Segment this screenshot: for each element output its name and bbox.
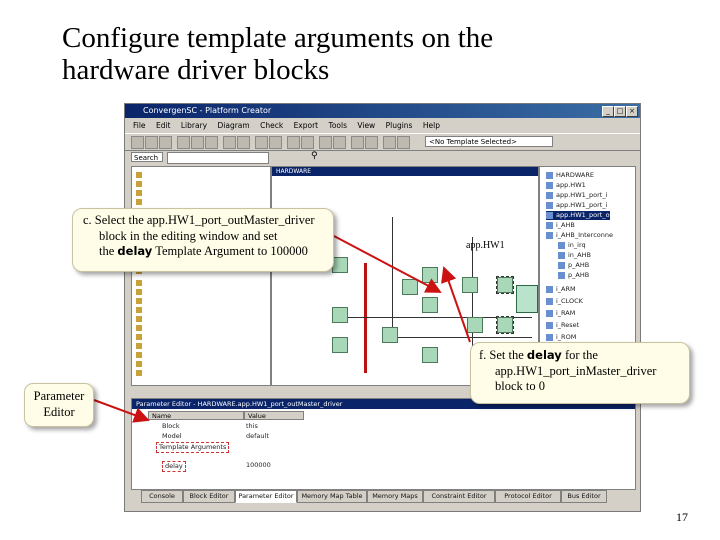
hw1-label: app.HW1	[466, 240, 505, 251]
callout-param-line2: Editor	[43, 404, 75, 419]
callout-f-line1: f. Set the delay for the	[479, 348, 683, 364]
page-number: 17	[676, 510, 688, 524]
callout-c-line3: the delay Template Argument to 100000	[83, 244, 327, 260]
callout-parameter-editor: Parameter Editor	[24, 383, 94, 427]
callout-param-line1: Parameter	[33, 389, 85, 403]
callout-step-c: c. Select the app.HW1_port_outMaster_dri…	[72, 208, 334, 272]
arrow-to-out-block	[333, 235, 442, 293]
arrow-to-in-block	[441, 266, 471, 343]
callout-f-line1-post: for the	[561, 348, 598, 362]
callout-c-line3-pre: the	[99, 244, 118, 258]
callout-c-line3-post: Template Argument to 100000	[152, 244, 308, 258]
callout-f-line1-pre: f. Set the	[479, 348, 527, 362]
callout-step-f: f. Set the delay for the app.HW1_port_in…	[470, 342, 690, 404]
callout-c-line1: c. Select the app.HW1_port_outMaster_dri…	[83, 213, 315, 227]
callout-f-delay: delay	[526, 348, 562, 362]
callout-c-delay: delay	[117, 244, 153, 258]
callout-f-line2: app.HW1_port_inMaster_driver	[495, 363, 657, 378]
callout-c-line2: block in the editing window and set	[99, 228, 278, 243]
arrow-to-parameter-editor	[93, 399, 150, 423]
callout-f-line3: block to 0	[495, 379, 545, 393]
